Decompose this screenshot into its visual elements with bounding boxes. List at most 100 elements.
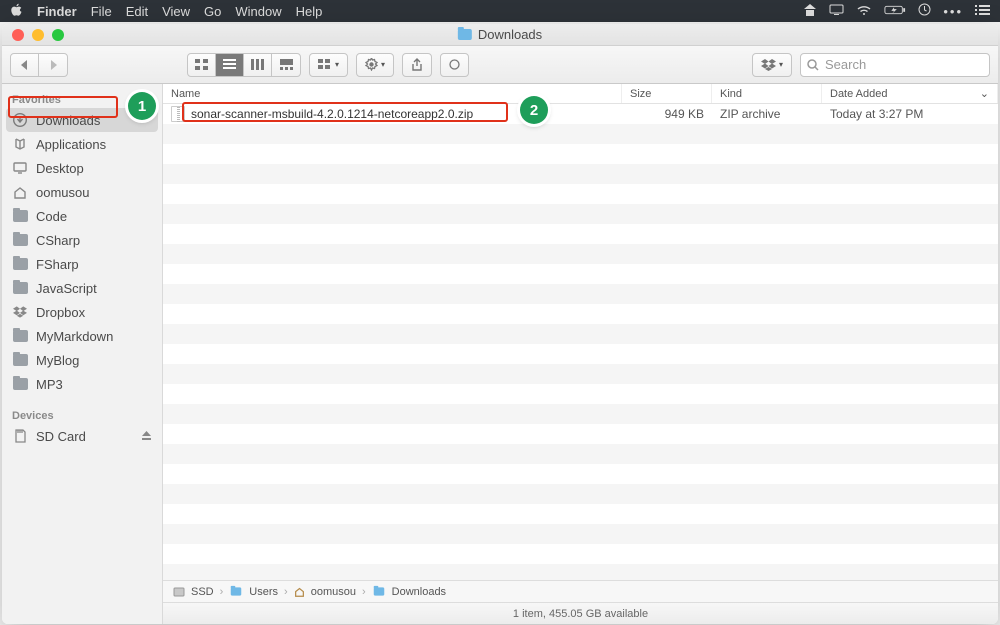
search-field[interactable]: Search — [800, 53, 990, 77]
annotation-callout-1: 1 — [128, 92, 156, 120]
nav-forward-button[interactable] — [39, 54, 67, 76]
menu-file[interactable]: File — [91, 4, 112, 19]
folder-icon — [12, 256, 28, 272]
folder-icon — [12, 208, 28, 224]
file-row[interactable]: sonar-scanner-msbuild-4.2.0.1214-netcore… — [163, 104, 998, 124]
view-icon-button[interactable] — [188, 54, 216, 76]
sidebar-item-label: FSharp — [36, 257, 79, 272]
sidebar-item-desktop[interactable]: Desktop — [2, 156, 162, 180]
window-minimize-button[interactable] — [32, 29, 44, 41]
macos-menubar: Finder File Edit View Go Window Help ••• — [0, 0, 1000, 22]
sidebar-item-applications[interactable]: Applications — [2, 132, 162, 156]
menu-go[interactable]: Go — [204, 4, 221, 19]
desktop-icon — [12, 160, 28, 176]
sidebar-item-javascript[interactable]: JavaScript — [2, 276, 162, 300]
path-segment[interactable]: Downloads — [392, 586, 446, 598]
action-button[interactable]: ▾ — [356, 53, 394, 77]
window-close-button[interactable] — [12, 29, 24, 41]
column-date-added[interactable]: Date Added⌄ — [822, 84, 998, 103]
sdcard-icon — [12, 428, 28, 444]
path-segment[interactable]: SSD — [191, 586, 214, 598]
window-title: Downloads — [458, 27, 542, 42]
menu-view[interactable]: View — [162, 4, 190, 19]
file-name: sonar-scanner-msbuild-4.2.0.1214-netcore… — [191, 107, 473, 121]
callout-number: 1 — [138, 98, 146, 115]
menu-help[interactable]: Help — [296, 4, 323, 19]
sidebar-item-csharp[interactable]: CSharp — [2, 228, 162, 252]
list-icon[interactable] — [975, 4, 990, 19]
sidebar-item-mymarkdown[interactable]: MyMarkdown — [2, 324, 162, 348]
sidebar-item-myblog[interactable]: MyBlog — [2, 348, 162, 372]
file-list[interactable]: sonar-scanner-msbuild-4.2.0.1214-netcore… — [163, 104, 998, 580]
folder-icon — [458, 29, 472, 40]
path-bar: SSD› Users› oomusou› Downloads — [163, 580, 998, 602]
sidebar-item-label: Applications — [36, 137, 106, 152]
battery-icon[interactable] — [884, 4, 906, 19]
file-date: Today at 3:27 PM — [822, 107, 998, 121]
window-zoom-button[interactable] — [52, 29, 64, 41]
chevron-down-icon: ⌄ — [980, 87, 989, 100]
sidebar-item-label: CSharp — [36, 233, 80, 248]
finder-toolbar: ▾ ▾ ▾ Search — [2, 46, 998, 84]
clock-icon[interactable] — [918, 3, 931, 19]
sidebar-item-sdcard[interactable]: SD Card — [2, 424, 162, 448]
share-button[interactable] — [402, 53, 432, 77]
menubar-app-name[interactable]: Finder — [37, 4, 77, 19]
search-placeholder: Search — [825, 57, 866, 72]
window-titlebar[interactable]: Downloads — [2, 24, 998, 46]
sidebar-item-label: MP3 — [36, 377, 63, 392]
column-kind[interactable]: Kind — [712, 84, 822, 103]
folder-icon — [12, 280, 28, 296]
file-size: 949 KB — [622, 107, 712, 121]
menu-edit[interactable]: Edit — [126, 4, 148, 19]
status-bar: 1 item, 455.05 GB available — [163, 602, 998, 624]
finder-window: Downloads ▾ ▾ ▾ Search Favorites — [2, 24, 998, 624]
folder-icon — [373, 587, 384, 595]
wifi-icon[interactable] — [856, 4, 872, 19]
sidebar-item-home[interactable]: oomusou — [2, 180, 162, 204]
column-size[interactable]: Size — [622, 84, 712, 103]
column-label: Size — [630, 88, 651, 100]
sidebar-item-dropbox[interactable]: Dropbox — [2, 300, 162, 324]
sidebar-heading-devices: Devices — [2, 404, 162, 424]
home-icon — [294, 587, 305, 597]
folder-icon — [12, 376, 28, 392]
dropbox-icon — [12, 304, 28, 320]
zip-file-icon — [171, 106, 185, 122]
folder-icon — [12, 232, 28, 248]
folder-icon — [12, 328, 28, 344]
sidebar-item-label: oomusou — [36, 185, 89, 200]
list-stripes — [163, 104, 998, 580]
sidebar-item-fsharp[interactable]: FSharp — [2, 252, 162, 276]
sidebar-item-code[interactable]: Code — [2, 204, 162, 228]
downloads-icon — [12, 112, 28, 128]
tags-button[interactable] — [440, 53, 469, 77]
dropbox-button[interactable]: ▾ — [752, 53, 792, 77]
apple-icon[interactable] — [10, 3, 23, 20]
sidebar-item-label: SD Card — [36, 429, 86, 444]
file-kind: ZIP archive — [712, 107, 822, 121]
menu-window[interactable]: Window — [235, 4, 281, 19]
sidebar-item-mp3[interactable]: MP3 — [2, 372, 162, 396]
callout-number: 2 — [530, 102, 538, 119]
sidebar-item-label: MyMarkdown — [36, 329, 113, 344]
path-segment[interactable]: Users — [249, 586, 278, 598]
view-mode-segment — [187, 53, 301, 77]
view-gallery-button[interactable] — [272, 54, 300, 76]
folder-icon — [231, 587, 242, 595]
dots-icon[interactable]: ••• — [943, 4, 963, 19]
path-segment[interactable]: oomusou — [311, 586, 356, 598]
nav-back-button[interactable] — [11, 54, 39, 76]
sidebar-item-label: JavaScript — [36, 281, 97, 296]
column-name[interactable]: Name — [163, 84, 622, 103]
nav-back-forward — [10, 53, 68, 77]
sidebar-item-label: Code — [36, 209, 67, 224]
annotation-callout-2: 2 — [520, 96, 548, 124]
view-list-button[interactable] — [216, 54, 244, 76]
column-label: Name — [171, 88, 200, 100]
arrange-button[interactable]: ▾ — [309, 53, 348, 77]
eject-icon[interactable] — [141, 429, 152, 444]
statusbar-app-icon[interactable] — [803, 4, 817, 19]
display-icon[interactable] — [829, 4, 844, 19]
view-columns-button[interactable] — [244, 54, 272, 76]
